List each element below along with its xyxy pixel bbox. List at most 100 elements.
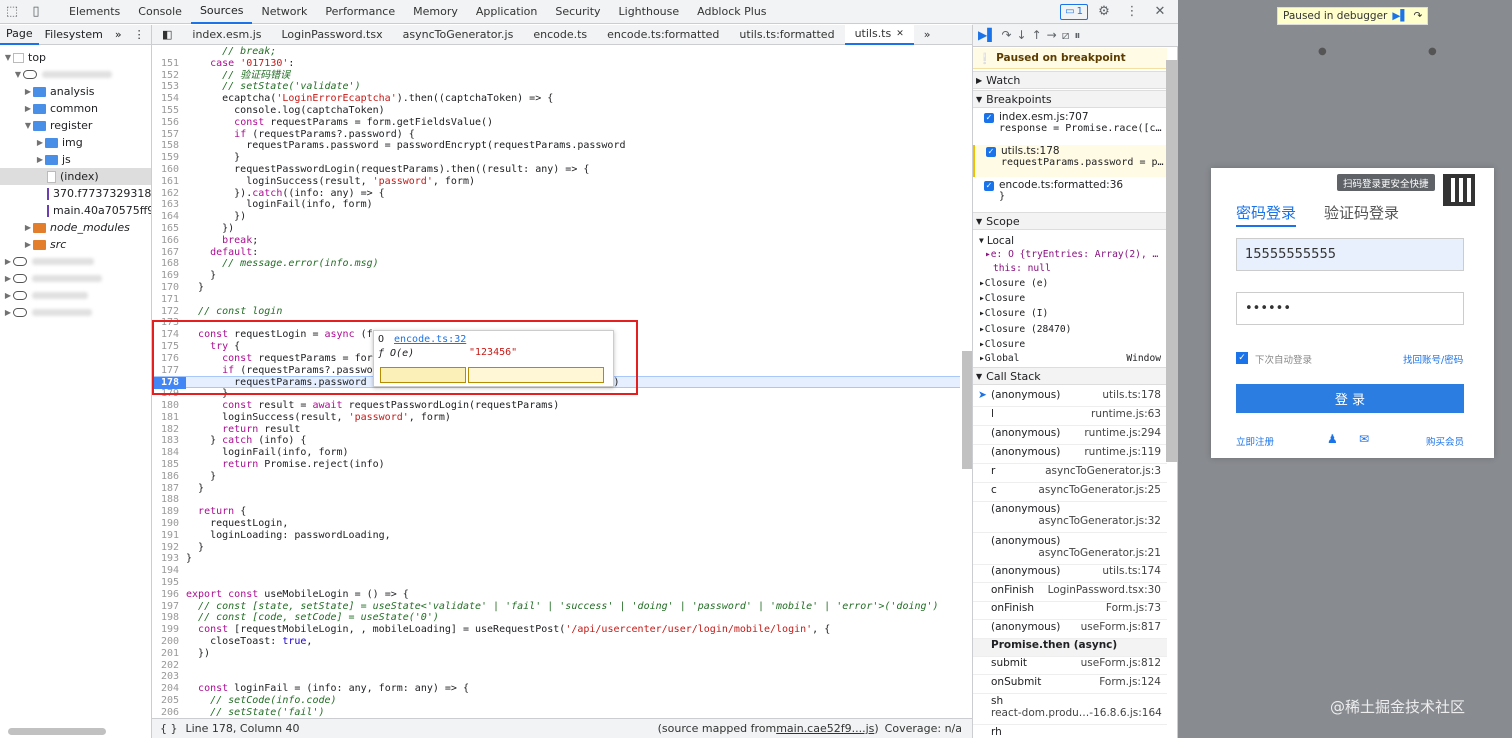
call-frame[interactable]: rh [973,726,1167,738]
line-number[interactable]: 170 [152,282,186,294]
device-toolbar-icon[interactable]: ▯ [24,0,48,24]
line-number[interactable]: 206 [152,707,186,718]
breakpoint-checkbox[interactable]: ✓ [984,181,994,191]
tree-item-domain[interactable]: ▶ [0,304,151,321]
code-line[interactable]: 163 loginFail(info, form) [152,199,960,211]
call-frame[interactable]: c asyncToGenerator.js:25 [973,484,1167,502]
file-tab[interactable]: asyncToGenerator.js [393,25,524,45]
file-tab[interactable]: LoginPassword.tsx [272,25,393,45]
line-number[interactable]: 182 [152,424,186,436]
tab-password-login[interactable]: 密码登录 [1236,202,1297,227]
more-options-icon[interactable]: ⋮ [1120,0,1144,24]
code-line[interactable]: 158 requestParams.password = passwordEnc… [152,140,960,152]
code-line[interactable]: 172 // const login [152,306,960,318]
code-scrollbar[interactable] [962,351,972,469]
line-number[interactable]: 183 [152,435,186,447]
call-frame[interactable]: (anonymous) runtime.js:119 [973,446,1167,464]
tree-item-analysis[interactable]: ▶ analysis [0,83,151,100]
breakpoint-item[interactable]: ✓ index.esm.js:707 response = Promise.race… [973,111,1167,143]
code-line[interactable]: 198 // const [code, setCode] = useState(… [152,612,960,624]
line-number[interactable]: 157 [152,129,186,141]
code-line[interactable]: 199 const [requestMobileLogin, , mobileL… [152,624,960,636]
call-frame[interactable]: (anonymous) asyncToGenerator.js:21 [973,535,1167,565]
code-line[interactable]: 165 }) [152,223,960,235]
line-number[interactable]: 166 [152,235,186,247]
code-line[interactable]: 191 loginLoading: passwordLoading, [152,530,960,542]
call-frame[interactable]: Promise.then (async) [973,639,1167,657]
breakpoint-checkbox[interactable]: ✓ [984,113,994,123]
code-line[interactable]: 195 [152,577,960,589]
scope-var-this[interactable]: this: null [973,261,1167,276]
scope-closure[interactable]: ▸Closure [973,291,1167,306]
call-frame[interactable]: onFinish Form.js:73 [973,602,1167,620]
line-number[interactable]: 193 [152,553,186,565]
line-number[interactable]: 175 [152,341,186,353]
inspect-element-icon[interactable]: ⬚ [0,0,24,24]
code-line[interactable]: 183 } catch (info) { [152,435,960,447]
tab-adblock-plus[interactable]: Adblock Plus [688,0,775,24]
code-line[interactable]: // break; [152,46,960,58]
code-line[interactable]: 203 [152,671,960,683]
tab-code-login[interactable]: 验证码登录 [1324,202,1399,223]
nav-tab-page[interactable]: Page [0,25,39,45]
call-frame[interactable]: onFinish LoginPassword.tsx:30 [973,584,1167,602]
code-line[interactable]: 152 // 验证码错误 [152,70,960,82]
call-frame[interactable]: l runtime.js:63 [973,408,1167,426]
code-line[interactable]: 155 console.log(captchaToken) [152,105,960,117]
line-number[interactable]: 205 [152,695,186,707]
line-number[interactable]: 192 [152,542,186,554]
code-line[interactable]: 166 break; [152,235,960,247]
tree-item-js[interactable]: ▶ js [0,151,151,168]
line-number[interactable]: 169 [152,270,186,282]
line-number[interactable]: 167 [152,247,186,259]
settings-gear-icon[interactable]: ⚙ [1092,0,1116,24]
section-scope[interactable]: ▼ Scope [973,212,1167,230]
code-line[interactable]: 189 return { [152,506,960,518]
scope-closure[interactable]: ▸Closure [973,337,1167,352]
tab-console[interactable]: Console [129,0,191,24]
section-call-stack[interactable]: ▼ Call Stack [973,367,1167,385]
call-frame[interactable]: submit useForm.js:812 [973,657,1167,675]
line-number[interactable]: 188 [152,494,186,506]
call-frame[interactable]: ➤ (anonymous) utils.ts:178 [973,389,1167,407]
section-watch[interactable]: ▶ Watch [973,71,1167,89]
close-devtools-icon[interactable]: ✕ [1148,0,1172,24]
line-number[interactable]: 163 [152,199,186,211]
code-line[interactable]: 206 // setState('fail') [152,707,960,718]
tab-memory[interactable]: Memory [404,0,467,24]
line-number[interactable]: 173 [152,317,186,329]
tab-network[interactable]: Network [252,0,316,24]
tree-item-img[interactable]: ▶ img [0,134,151,151]
line-number[interactable]: 197 [152,601,186,613]
tree-item-domain[interactable]: ▶ [0,287,151,304]
line-number[interactable]: 184 [152,447,186,459]
code-line[interactable]: 171 [152,294,960,306]
code-line[interactable]: 197 // const [state, setState] = useStat… [152,601,960,613]
find-account-link[interactable]: 找回账号/密码 [1403,352,1463,366]
code-line[interactable]: 159 } [152,152,960,164]
line-number[interactable]: 198 [152,612,186,624]
wechat-icon[interactable]: ✉ [1359,432,1369,446]
call-frame[interactable]: (anonymous) utils.ts:174 [973,565,1167,583]
scope-closure[interactable]: ▸Closure (I) [973,306,1167,321]
tree-item-register[interactable]: ▼ register [0,117,151,134]
code-line[interactable]: 200 closeToast: true, [152,636,960,648]
code-line[interactable]: 173 [152,317,960,329]
step-over-icon[interactable]: ↷ [1414,10,1423,22]
code-line[interactable]: 181 loginSuccess(result, 'password', for… [152,412,960,424]
code-line[interactable]: 187 } [152,483,960,495]
line-number[interactable]: 151 [152,58,186,70]
call-frame[interactable]: (anonymous) runtime.js:294 [973,427,1167,445]
line-number[interactable]: 190 [152,518,186,530]
line-number[interactable]: 156 [152,117,186,129]
code-line[interactable]: 180 const result = await requestPassword… [152,400,960,412]
nav-menu-icon[interactable]: ⋮ [128,25,151,45]
line-number[interactable]: 186 [152,471,186,483]
code-line[interactable]: 156 const requestParams = form.getFields… [152,117,960,129]
code-line[interactable]: 193} [152,553,960,565]
file-tab[interactable]: index.esm.js [182,25,271,45]
pretty-print-icon[interactable]: { } [152,722,186,735]
phone-input[interactable]: 15555555555 [1236,238,1464,271]
line-number[interactable]: 174 [152,329,186,341]
code-line[interactable]: 204 const loginFail = (info: any, form: … [152,683,960,695]
